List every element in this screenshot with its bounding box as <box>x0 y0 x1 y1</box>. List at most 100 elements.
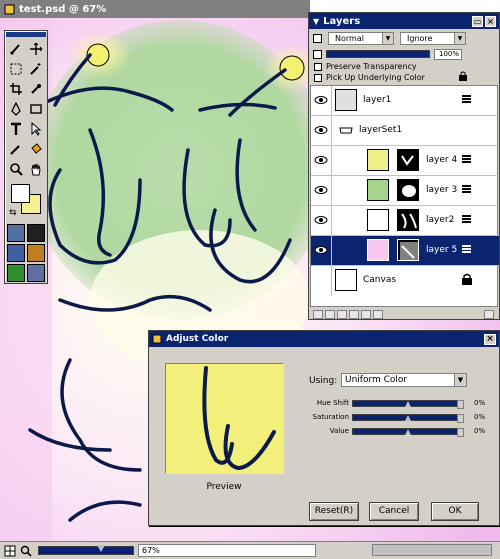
mode-button-3[interactable] <box>7 244 25 262</box>
cancel-button[interactable]: Cancel <box>369 502 419 521</box>
mode-option-select[interactable]: Ignore ▼ <box>400 31 466 45</box>
dialog-titlebar[interactable]: Adjust Color × <box>149 331 499 347</box>
document-titlebar[interactable]: test.psd @ 67% <box>0 0 310 18</box>
blend-mode-select[interactable]: Normal ▼ <box>328 31 394 45</box>
eye-icon[interactable] <box>314 95 328 105</box>
arrow-pointer-icon <box>31 122 42 136</box>
horizontal-scrollbar[interactable] <box>372 544 492 556</box>
value-label: Value <box>329 427 349 435</box>
layer-stack-icon <box>462 155 471 163</box>
value-slider[interactable] <box>352 427 464 437</box>
mode-button-1[interactable] <box>7 224 25 242</box>
zoom-slider[interactable] <box>38 545 134 555</box>
reset-button[interactable]: Reset(R) <box>309 502 359 521</box>
swap-colors-icon[interactable]: ⇆ <box>9 208 17 218</box>
saturation-slider[interactable] <box>352 413 464 423</box>
opacity-slider[interactable] <box>326 50 430 58</box>
layers-panel-titlebar[interactable]: ▼ Layers ▭ × <box>309 13 499 29</box>
using-select[interactable]: Uniform Color ▼ <box>341 373 467 387</box>
slider-knob[interactable] <box>405 400 411 407</box>
canvas-layer-row[interactable]: Canvas <box>311 266 499 296</box>
pick-up-underlying-checkbox[interactable] <box>314 73 322 82</box>
zoom-label[interactable]: 67% <box>138 544 316 557</box>
zoom-icon[interactable] <box>20 545 32 557</box>
move-tool-button[interactable] <box>26 39 46 59</box>
layer-set-checkbox[interactable] <box>313 33 322 43</box>
close-icon[interactable]: × <box>484 333 496 345</box>
magic-wand-tool-button[interactable] <box>26 59 46 79</box>
eye-icon[interactable] <box>314 185 328 195</box>
preview-label: Preview <box>206 482 242 492</box>
layer-thumbnail <box>367 149 389 171</box>
hand-tool-button[interactable] <box>26 159 46 179</box>
ok-button[interactable]: OK <box>431 502 479 521</box>
preserve-transparency-checkbox[interactable] <box>314 62 322 71</box>
trash-icon[interactable] <box>484 310 494 319</box>
rectangle-tool-button[interactable] <box>26 99 46 119</box>
zoom-tool-button[interactable] <box>6 159 26 179</box>
foreground-color-swatch[interactable] <box>11 184 30 203</box>
eye-icon[interactable] <box>314 245 328 255</box>
dialog-title: Adjust Color <box>166 334 229 344</box>
slider-knob[interactable] <box>405 428 411 435</box>
row-divider <box>331 86 332 116</box>
brush-tool-button[interactable] <box>6 39 26 59</box>
using-label: Using: <box>309 376 338 386</box>
layer-row[interactable]: layer 3 <box>311 176 499 206</box>
preserve-transparency-label: Preserve Transparency <box>326 62 417 71</box>
tools-palette-grip[interactable] <box>6 32 46 37</box>
pen-tool-button[interactable] <box>6 99 26 119</box>
layer-stack-icon <box>462 245 471 253</box>
layer-set-row[interactable]: layerSet1 <box>311 116 499 146</box>
grid-icon[interactable] <box>4 545 16 557</box>
saturation-label: Saturation <box>312 413 350 421</box>
layer-opacity-icon <box>313 49 322 59</box>
select-tool-button[interactable] <box>26 119 46 139</box>
mode-button-5[interactable] <box>7 264 25 282</box>
layer-row[interactable]: layer1 <box>311 86 499 116</box>
layer-row[interactable]: layer 4 <box>311 146 499 176</box>
magnifier-icon <box>10 163 23 176</box>
new-layer-set-icon[interactable] <box>313 310 323 319</box>
crop-tool-button[interactable] <box>6 79 26 99</box>
lock-icon[interactable] <box>460 272 474 286</box>
hue-shift-slider[interactable] <box>352 399 464 409</box>
eye-icon[interactable] <box>314 215 328 225</box>
effects-icon[interactable] <box>361 310 371 319</box>
layer-thumbnail <box>367 179 389 201</box>
layers-panel: ▼ Layers ▭ × Normal ▼ Ignore ▼ 100% Preserv… <box>308 12 500 320</box>
blend-mode-value: Normal <box>335 33 364 43</box>
dropper-icon <box>10 145 20 155</box>
marquee-tool-button[interactable] <box>6 59 26 79</box>
saturation-row: Saturation 0% <box>311 411 491 423</box>
mode-button-6[interactable] <box>27 264 45 282</box>
link-icon[interactable] <box>349 310 359 319</box>
layer-row-selected[interactable]: layer 5 <box>311 236 499 266</box>
eyedropper-tool-button[interactable] <box>26 79 46 99</box>
rectangle-icon <box>30 104 42 114</box>
mode-button-2[interactable] <box>27 224 45 242</box>
dropper-tool-button[interactable] <box>6 139 26 159</box>
zoom-slider-thumb[interactable] <box>97 545 105 552</box>
layer-row[interactable]: layer2 <box>311 206 499 236</box>
lock-icon[interactable] <box>458 71 468 81</box>
pick-up-underlying-row[interactable]: Pick Up Underlying Color <box>309 72 499 83</box>
panel-minimize-icon[interactable]: ▭ <box>472 15 483 27</box>
panel-close-icon[interactable]: × <box>485 15 496 27</box>
layer-name: layer1 <box>363 95 392 105</box>
new-layer-icon[interactable] <box>325 310 335 319</box>
mask-icon[interactable] <box>337 310 347 319</box>
mode-button-4[interactable] <box>27 244 45 262</box>
saturation-value: 0% <box>474 413 486 421</box>
text-tool-button[interactable] <box>6 119 26 139</box>
pen-icon <box>11 102 21 116</box>
fill-tool-button[interactable] <box>26 139 46 159</box>
eye-icon[interactable] <box>314 155 328 165</box>
preserve-transparency-row[interactable]: Preserve Transparency <box>309 61 499 72</box>
opacity-value[interactable]: 100% <box>434 48 462 60</box>
eye-icon[interactable] <box>314 125 328 135</box>
duplicate-icon[interactable] <box>373 310 383 319</box>
slider-knob[interactable] <box>405 414 411 421</box>
value-value: 0% <box>474 427 486 435</box>
collapse-arrow-icon[interactable]: ▼ <box>313 17 319 26</box>
